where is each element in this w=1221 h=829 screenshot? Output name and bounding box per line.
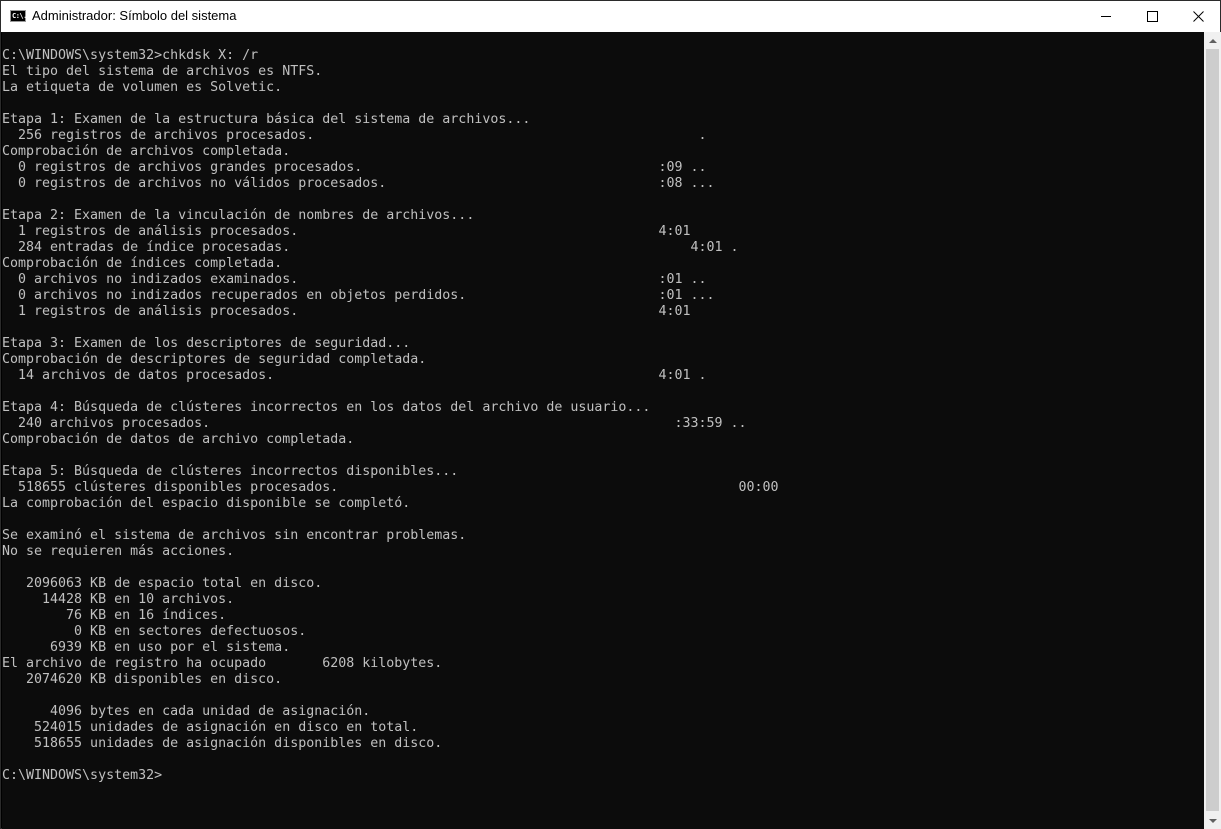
console-line: 76 KB en 16 índices. — [2, 608, 227, 623]
vertical-scrollbar[interactable] — [1204, 32, 1221, 829]
minimize-icon — [1101, 16, 1111, 17]
console-line: 524015 unidades de asignación en disco e… — [2, 720, 419, 735]
console-line: Etapa 4: Búsqueda de clústeres incorrect… — [2, 400, 651, 415]
console-line: 0 archivos no indizados examinados. :01 … — [2, 272, 707, 287]
console-line: Etapa 2: Examen de la vinculación de nom… — [2, 208, 475, 223]
scroll-thumb[interactable] — [1206, 49, 1219, 811]
console-line: El tipo del sistema de archivos es NTFS. — [2, 64, 323, 79]
console-line: 284 entradas de índice procesadas. 4:01 … — [2, 240, 739, 255]
console-line: La etiqueta de volumen es Solvetic. — [2, 80, 283, 95]
close-button[interactable] — [1175, 1, 1221, 32]
console-line: 518655 unidades de asignación disponible… — [2, 736, 443, 751]
maximize-icon — [1146, 11, 1158, 22]
console-line: Etapa 5: Búsqueda de clústeres incorrect… — [2, 464, 459, 479]
console-line: El archivo de registro ha ocupado 6208 k… — [2, 656, 443, 671]
console-line: C:\WINDOWS\system32> — [2, 768, 163, 783]
maximize-button[interactable] — [1129, 1, 1175, 32]
window-title: Administrador: Símbolo del sistema — [32, 8, 237, 23]
console-line: 0 archivos no indizados recuperados en o… — [2, 288, 715, 303]
console-output[interactable]: C:\WINDOWS\system32>chkdsk X: /r El tipo … — [2, 32, 1204, 829]
console-line: 2074620 KB disponibles en disco. — [2, 672, 283, 687]
console-line: 1 registros de análisis procesados. 4:01 — [2, 224, 691, 239]
console-line: 240 archivos procesados. :33:59 .. — [2, 416, 747, 431]
scroll-down-button[interactable] — [1204, 812, 1221, 829]
console-line: 14428 KB en 10 archivos. — [2, 592, 235, 607]
console-line: 6939 KB en uso por el sistema. — [2, 640, 291, 655]
console-window: C:\. Administrador: Símbolo del sistema … — [0, 0, 1221, 829]
console-line: La comprobación del espacio disponible s… — [2, 496, 411, 511]
minimize-button[interactable] — [1083, 1, 1129, 32]
console-line: Etapa 1: Examen de la estructura básica … — [2, 112, 531, 127]
console-line: No se requieren más acciones. — [2, 544, 235, 559]
scroll-up-button[interactable] — [1204, 32, 1221, 49]
console-line: 518655 clústeres disponibles procesados.… — [2, 480, 779, 495]
console-line: 14 archivos de datos procesados. 4:01 . — [2, 368, 707, 383]
chevron-up-icon — [1208, 38, 1217, 43]
console-line: Comprobación de descriptores de segurida… — [2, 352, 427, 367]
console-line: 0 registros de archivos grandes procesad… — [2, 160, 707, 175]
console-line: 0 KB en sectores defectuosos. — [2, 624, 307, 639]
cmd-icon-glyph: C:\. — [12, 12, 27, 20]
console-line: Etapa 3: Examen de los descriptores de s… — [2, 336, 411, 351]
chevron-down-icon — [1208, 818, 1217, 823]
console-line: Se examinó el sistema de archivos sin en… — [2, 528, 467, 543]
close-icon — [1192, 11, 1204, 22]
console-line: 4096 bytes en cada unidad de asignación. — [2, 704, 371, 719]
cmd-icon[interactable]: C:\. — [10, 10, 27, 22]
console-line: 2096063 KB de espacio total en disco. — [2, 576, 323, 591]
console-line: Comprobación de índices completada. — [2, 256, 283, 271]
console-line: 0 registros de archivos no válidos proce… — [2, 176, 715, 191]
console-line: Comprobación de datos de archivo complet… — [2, 432, 355, 447]
console-line: 256 registros de archivos procesados. . — [2, 128, 707, 143]
title-bar[interactable]: C:\. Administrador: Símbolo del sistema — [1, 1, 1220, 32]
console-line: Comprobación de archivos completada. — [2, 144, 291, 159]
console-line: C:\WINDOWS\system32>chkdsk X: /r — [2, 48, 259, 63]
console-line: 1 registros de análisis procesados. 4:01 — [2, 304, 691, 319]
